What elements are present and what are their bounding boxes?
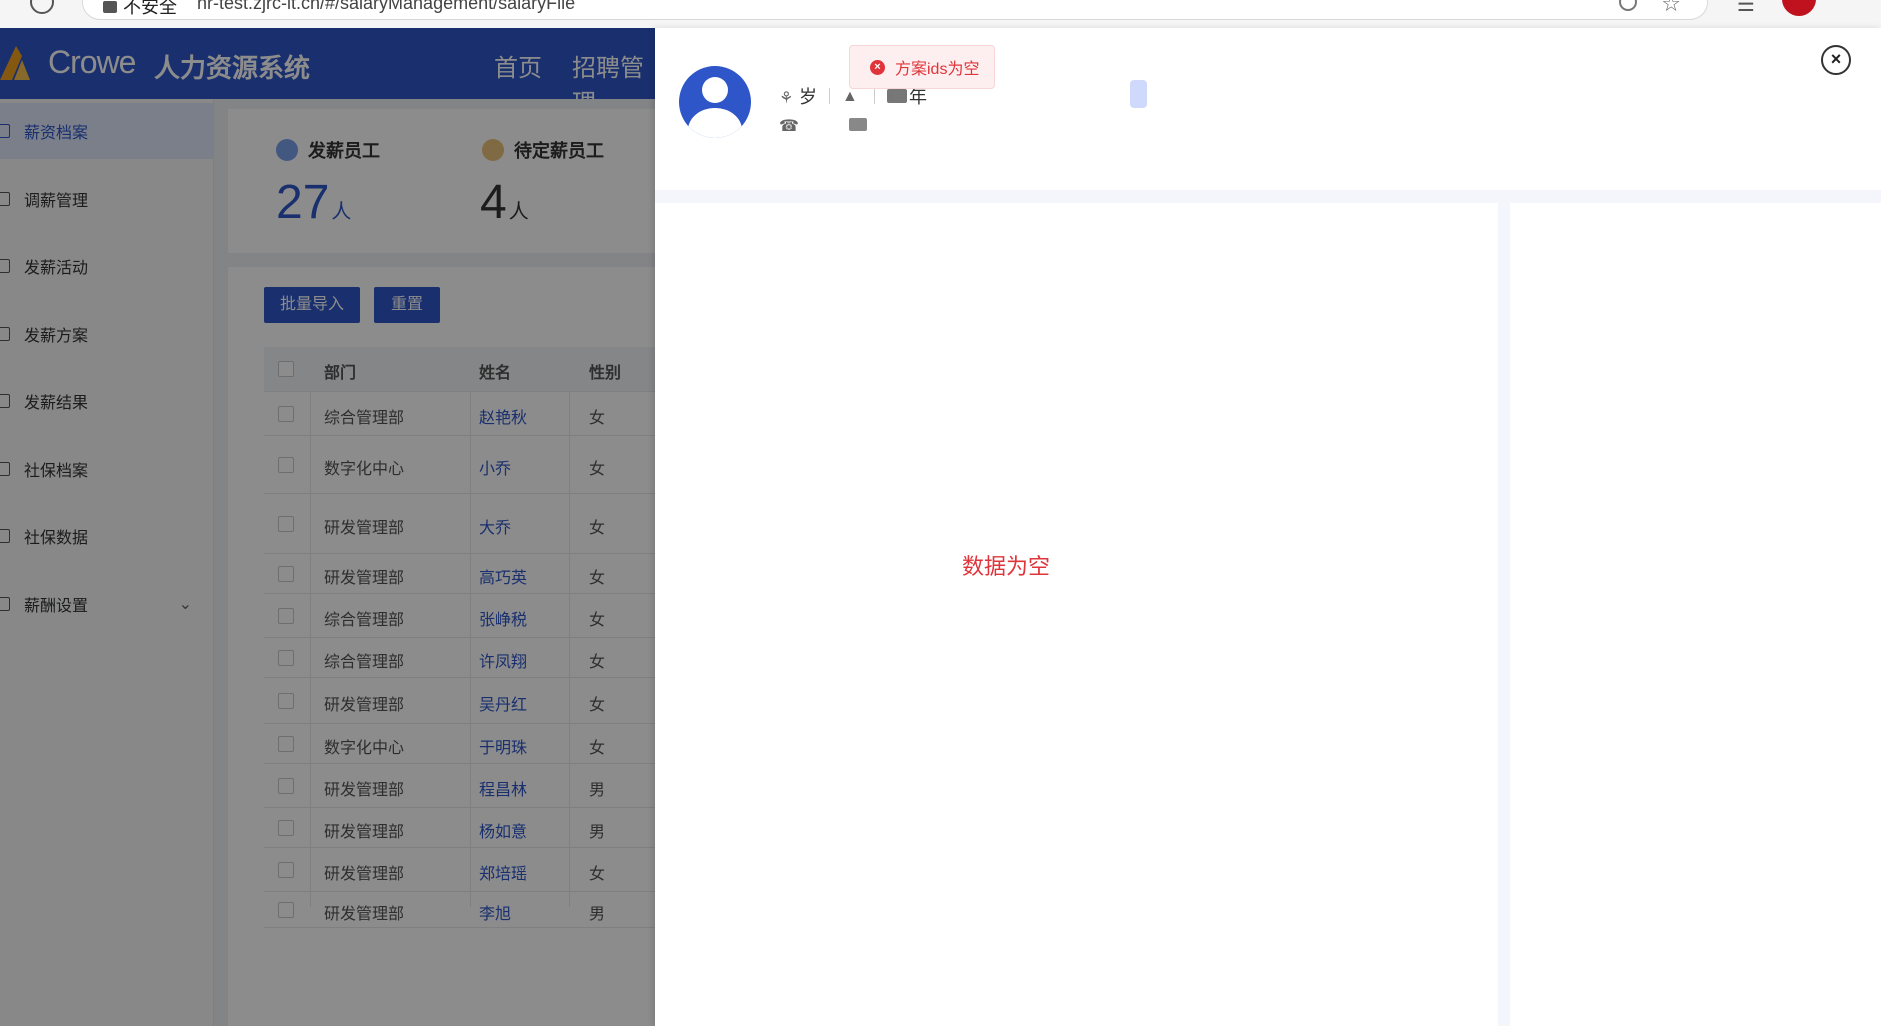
phone-icon: ☎ (779, 118, 799, 135)
mail-icon (849, 117, 867, 131)
employee-drawer: ⚘ 岁 ▲ 年 ☎ × 数据为空 (655, 28, 1881, 1026)
zoom-icon[interactable] (1619, 0, 1637, 11)
lock-icon (103, 1, 117, 13)
toast-message: 方案ids为空 (895, 61, 980, 78)
divider (874, 88, 875, 104)
address-bar[interactable]: 不安全 hr-test.zjrc-it.cn/#/salaryManagemen… (82, 0, 1708, 20)
empty-state-text: 数据为空 (962, 554, 1051, 579)
status-chip (1130, 80, 1147, 108)
reload-icon[interactable] (30, 0, 54, 14)
browser-toolbar: 不安全 hr-test.zjrc-it.cn/#/salaryManagemen… (0, 0, 1881, 28)
sprout-icon: ⚘ (779, 90, 794, 107)
close-button[interactable]: × (1821, 45, 1851, 75)
error-icon: × (870, 59, 885, 75)
detail-panel: 数据为空 (655, 203, 1498, 1026)
divider (829, 88, 830, 104)
profile-avatar[interactable] (1782, 0, 1816, 16)
bookmark-star-icon[interactable]: ☆ (1661, 0, 1681, 17)
modal-overlay[interactable] (0, 28, 660, 1026)
user-avatar-icon (679, 66, 751, 138)
favorites-icon[interactable]: ☰ (1737, 0, 1755, 17)
contact-info-row: ☎ (779, 116, 867, 135)
url-text[interactable]: hr-test.zjrc-it.cn/#/salaryManagement/sa… (197, 0, 575, 14)
age-unit: 岁 (799, 87, 817, 107)
id-card-icon (887, 89, 907, 103)
insecure-label: 不安全 (123, 0, 177, 17)
error-toast: × 方案ids为空 (849, 45, 995, 89)
graduation-cap-icon: ▲ (842, 88, 858, 105)
side-panel (1510, 203, 1881, 1026)
profile-header: ⚘ 岁 ▲ 年 ☎ × (655, 28, 1881, 190)
